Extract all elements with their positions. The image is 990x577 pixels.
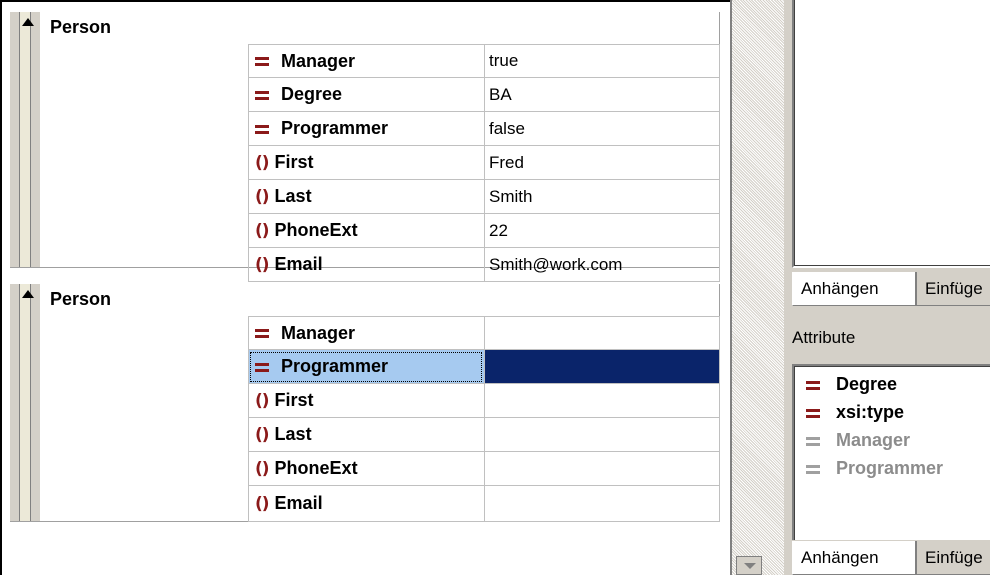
name-cell[interactable]: () First (248, 146, 484, 180)
name-cell[interactable]: () Last (248, 418, 484, 452)
list-item-disabled: Programmer (806, 458, 943, 479)
value-cell[interactable]: true (484, 44, 720, 78)
list-item[interactable]: xsi:type (806, 402, 904, 423)
value-cell[interactable] (484, 418, 720, 452)
attributes-tabs: Anhängen Einfüge (792, 541, 990, 577)
element-icon: () (255, 424, 270, 445)
table-row-selected[interactable]: Programmer (248, 350, 720, 384)
element-icon: () (255, 186, 270, 207)
table-row[interactable]: () PhoneExt 22 (248, 214, 720, 248)
name-cell[interactable]: () PhoneExt (248, 214, 484, 248)
value-cell[interactable] (484, 452, 720, 486)
value-cell[interactable]: Smith (484, 180, 720, 214)
value-cell[interactable] (484, 384, 720, 418)
name-cell[interactable]: () Email (248, 486, 484, 522)
table-row[interactable]: () Last (248, 418, 720, 452)
group-title: Person (50, 289, 112, 309)
group-handle[interactable] (10, 284, 40, 522)
table-row[interactable]: () Last Smith (248, 180, 720, 214)
name-cell[interactable]: Degree (248, 78, 484, 112)
tab-insert[interactable]: Einfüge (916, 272, 990, 306)
table-row[interactable]: () Email Smith@work.com (248, 248, 720, 282)
entry-helper-panel: Anhängen Einfüge Attribute Degree xsi:ty… (784, 0, 990, 575)
attribute-icon (255, 327, 271, 339)
name-cell[interactable]: () Email (248, 248, 484, 282)
element-icon: () (255, 458, 270, 479)
attribute-icon (806, 407, 822, 419)
scroll-down-icon[interactable] (736, 556, 762, 575)
value-cell[interactable] (484, 316, 720, 350)
tab-append[interactable]: Anhängen (792, 272, 916, 306)
name-cell[interactable]: Programmer (248, 112, 484, 146)
value-cell[interactable]: BA (484, 78, 720, 112)
attribute-icon (255, 123, 271, 135)
tab-insert[interactable]: Einfüge (916, 541, 990, 575)
name-cell[interactable]: () Last (248, 180, 484, 214)
list-item[interactable]: Degree (806, 374, 897, 395)
element-icon: () (255, 254, 270, 275)
name-cell[interactable]: Manager (248, 316, 484, 350)
group-title: Person (50, 17, 112, 37)
table-row[interactable]: Manager (248, 316, 720, 350)
collapse-triangle-icon[interactable] (22, 290, 34, 298)
elements-list[interactable] (792, 0, 990, 268)
value-cell[interactable] (484, 350, 720, 384)
list-item-disabled: Manager (806, 430, 910, 451)
element-icon: () (255, 220, 270, 241)
value-cell[interactable] (484, 486, 720, 522)
element-icon: () (255, 493, 270, 514)
value-cell[interactable]: false (484, 112, 720, 146)
grid-view: Person Manager true Degree BA Programmer… (2, 2, 730, 575)
attribute-icon (806, 463, 822, 475)
attribute-icon (255, 89, 271, 101)
table-row[interactable]: () Email (248, 486, 720, 522)
collapse-triangle-icon[interactable] (22, 18, 34, 26)
person-group-1: Person Manager true Degree BA Programmer… (10, 12, 720, 282)
table-row[interactable]: () PhoneExt (248, 452, 720, 486)
table-row[interactable]: () First (248, 384, 720, 418)
value-cell[interactable]: Smith@work.com (484, 248, 720, 282)
name-cell[interactable]: Manager (248, 44, 484, 78)
name-cell[interactable]: Programmer (248, 350, 484, 384)
name-cell[interactable]: () PhoneExt (248, 452, 484, 486)
group-handle[interactable] (10, 12, 40, 268)
element-icon: () (255, 390, 270, 411)
attribute-icon (806, 379, 822, 391)
attribute-icon (255, 361, 271, 373)
person-group-2: Person Manager Programmer () First () Last… (10, 284, 720, 522)
element-icon: () (255, 152, 270, 173)
vertical-scrollbar[interactable] (732, 0, 784, 575)
value-cell[interactable]: Fred (484, 146, 720, 180)
attribute-icon (255, 55, 271, 67)
name-cell[interactable]: () First (248, 384, 484, 418)
table-row[interactable]: () First Fred (248, 146, 720, 180)
table-row[interactable]: Degree BA (248, 78, 720, 112)
table-row[interactable]: Manager true (248, 44, 720, 78)
table-row[interactable]: Programmer false (248, 112, 720, 146)
tab-append[interactable]: Anhängen (792, 541, 916, 575)
value-cell[interactable]: 22 (484, 214, 720, 248)
attributes-list: Degree xsi:type Manager Programmer (792, 364, 990, 540)
elements-tabs: Anhängen Einfüge (792, 272, 990, 308)
attributes-heading: Attribute (792, 328, 856, 347)
attribute-icon (806, 435, 822, 447)
